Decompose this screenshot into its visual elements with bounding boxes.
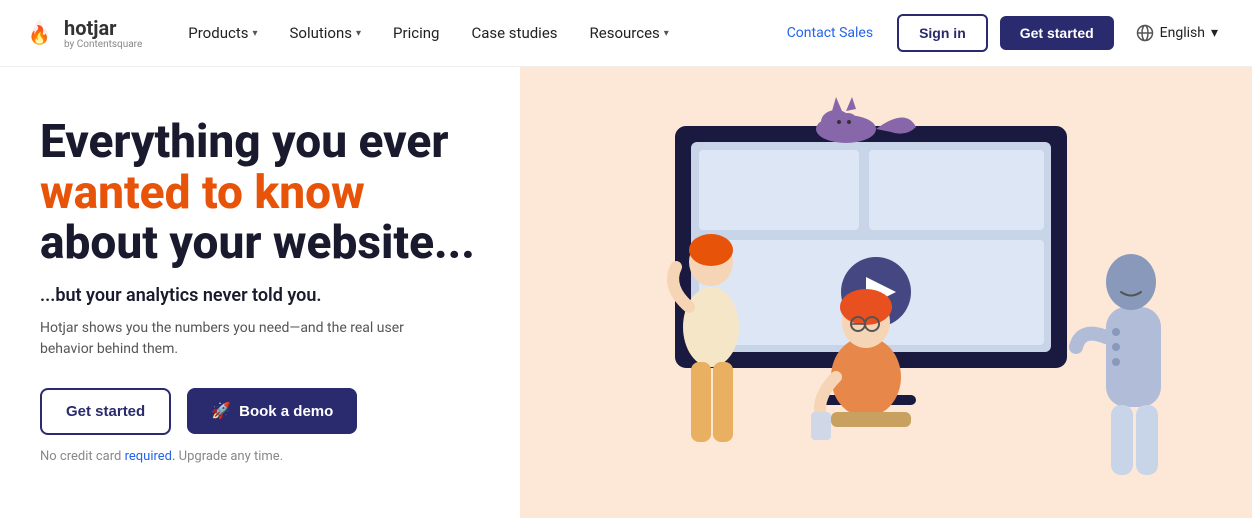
rocket-icon: 🚀 [211, 401, 231, 421]
headline-orange: wanted to know [40, 166, 365, 220]
logo-text: hotjar by Contentsquare [64, 17, 142, 50]
nav-case-studies[interactable]: Case studies [457, 16, 571, 50]
nav-products[interactable]: Products ▾ [174, 16, 271, 50]
chevron-down-icon: ▾ [252, 28, 257, 39]
globe-icon [1136, 24, 1154, 42]
language-label: English [1160, 25, 1205, 41]
hero-headline: Everything you ever wanted to know about… [40, 117, 480, 269]
nav-right-actions: Contact Sales Sign in Get started Englis… [775, 14, 1228, 52]
hero-illustration [520, 67, 1252, 518]
hero-description: Hotjar shows you the numbers you need—an… [40, 318, 420, 360]
chevron-down-icon: ▾ [1211, 25, 1218, 41]
hero-left: Everything you ever wanted to know about… [0, 67, 520, 518]
brand-sub: by Contentsquare [64, 39, 142, 50]
book-demo-label: Book a demo [239, 403, 333, 420]
brand-name: hotjar [64, 17, 142, 39]
nav-resources[interactable]: Resources ▾ [576, 16, 683, 50]
get-started-button[interactable]: Get started [40, 388, 171, 435]
sign-in-button[interactable]: Sign in [897, 14, 988, 52]
hotjar-logo-icon: 🔥 [24, 17, 56, 49]
main-content: Everything you ever wanted to know about… [0, 67, 1252, 518]
nav-links: Products ▾ Solutions ▾ Pricing Case stud… [174, 16, 774, 50]
headline-part1: Everything you ever wanted to know about… [40, 115, 475, 270]
hero-illustration-area [520, 67, 1252, 518]
get-started-nav-button[interactable]: Get started [1000, 16, 1114, 50]
book-demo-button[interactable]: 🚀 Book a demo [187, 388, 357, 434]
chevron-down-icon: ▾ [664, 28, 669, 39]
chevron-down-icon: ▾ [356, 28, 361, 39]
hero-subheadline: ...but your analytics never told you. [40, 285, 480, 306]
no-credit-card-text: No credit card required. Upgrade any tim… [40, 449, 480, 464]
logo[interactable]: 🔥 hotjar by Contentsquare [24, 17, 142, 50]
svg-text:🔥: 🔥 [28, 24, 50, 45]
language-selector[interactable]: English ▾ [1126, 16, 1228, 50]
nav-pricing[interactable]: Pricing [379, 16, 453, 50]
contact-sales-link[interactable]: Contact Sales [775, 17, 885, 49]
navbar: 🔥 hotjar by Contentsquare Products ▾ Sol… [0, 0, 1252, 67]
nav-solutions[interactable]: Solutions ▾ [276, 16, 376, 50]
hero-buttons: Get started 🚀 Book a demo [40, 388, 480, 435]
